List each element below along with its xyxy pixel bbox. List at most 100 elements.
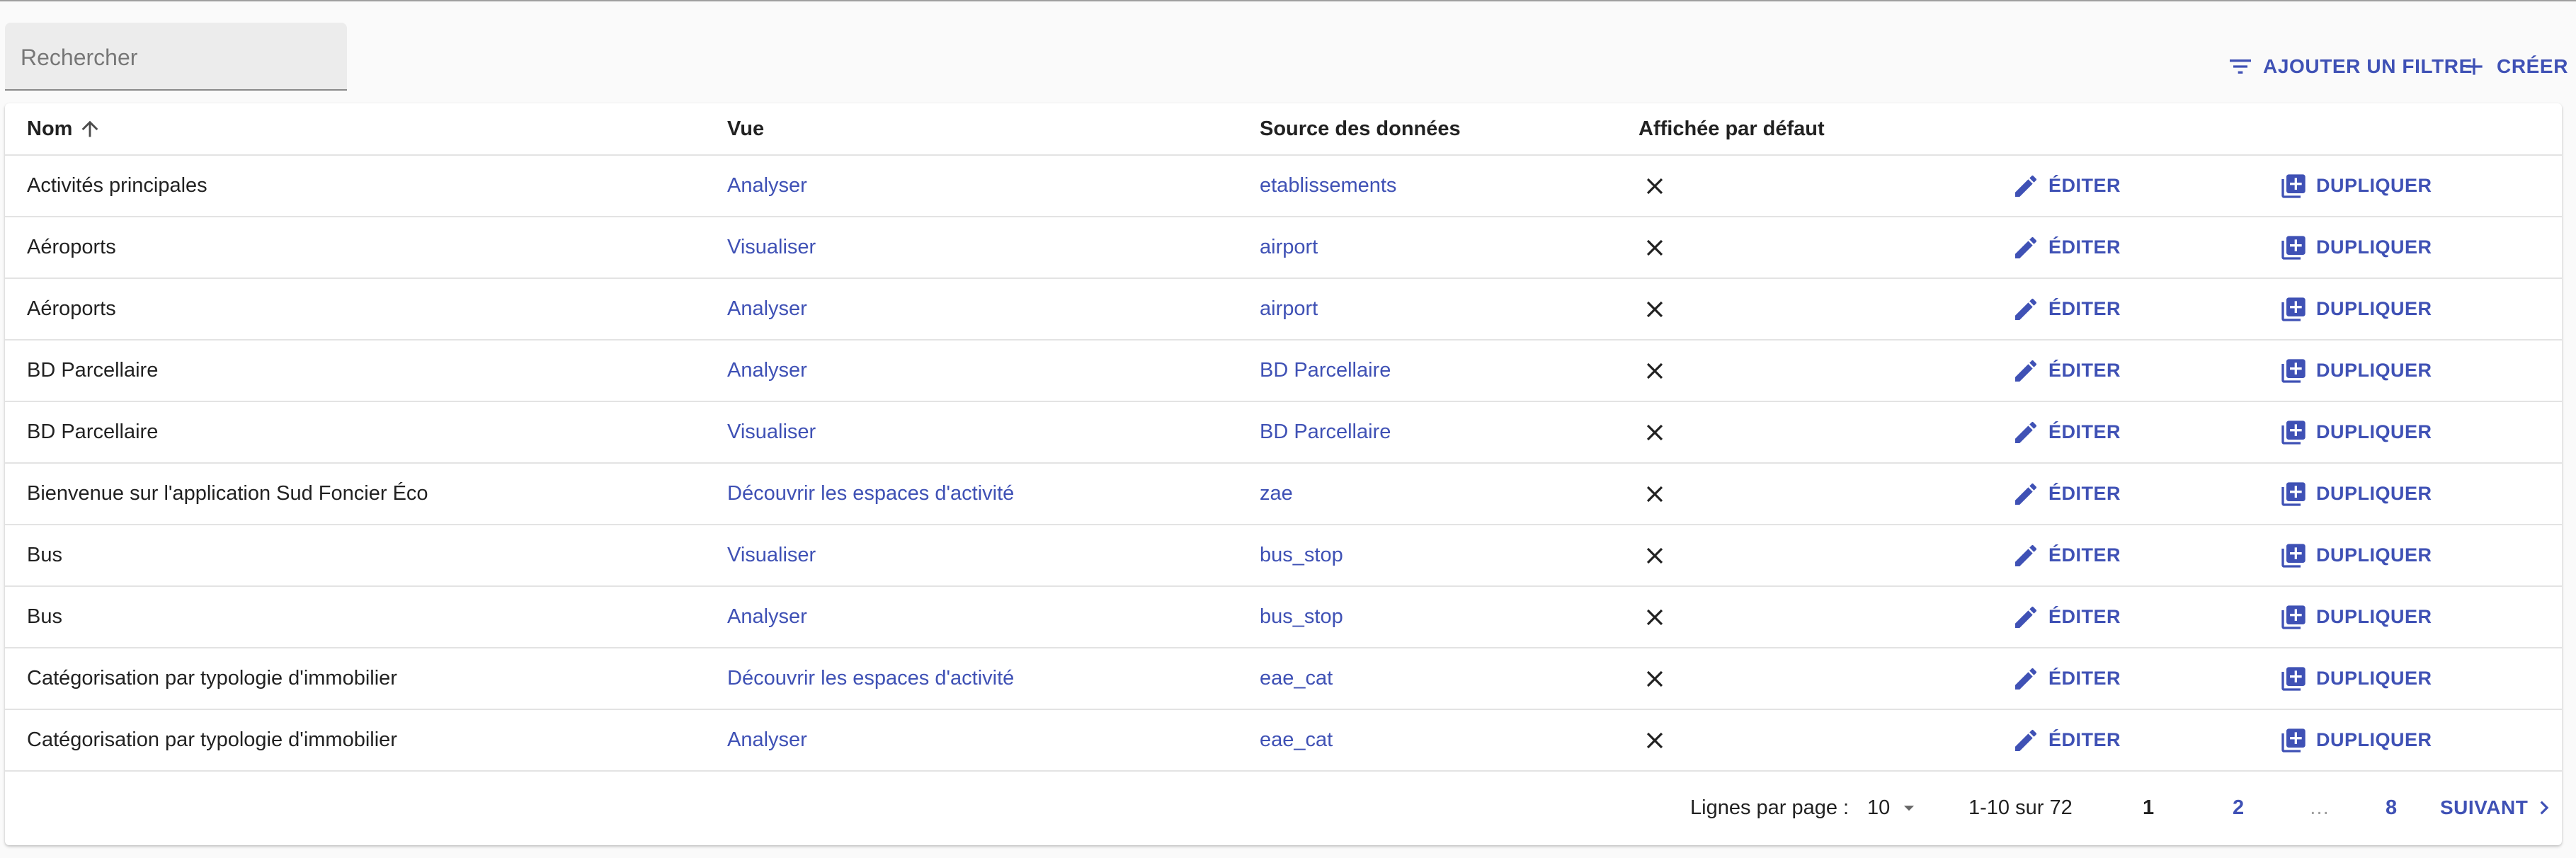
duplicate-button[interactable]: DUPLIQUER	[2279, 217, 2432, 278]
column-header-default-label: Affichée par défaut	[1639, 117, 1825, 140]
false-cross-icon	[1646, 486, 1663, 502]
edit-label: ÉDITER	[2048, 729, 2121, 750]
cell-source-link[interactable]: bus_stop	[1260, 587, 1343, 647]
search-field[interactable]	[5, 23, 347, 91]
cell-source-link[interactable]: bus_stop	[1260, 525, 1343, 585]
false-cross-icon	[1646, 301, 1663, 317]
cell-source-link[interactable]: etablissements	[1260, 156, 1396, 216]
pencil-icon	[2015, 421, 2037, 443]
edit-button[interactable]: ÉDITER	[2012, 464, 2121, 524]
edit-button[interactable]: ÉDITER	[2012, 156, 2121, 216]
cell-name: Catégorisation par typologie d'immobilie…	[27, 667, 397, 690]
cell-vue-link[interactable]: Visualiser	[727, 402, 816, 462]
cell-vue-link[interactable]: Visualiser	[727, 525, 816, 585]
edit-button[interactable]: ÉDITER	[2012, 402, 2121, 462]
column-header-source[interactable]: Source des données	[1260, 103, 1461, 154]
cell-source-link[interactable]: BD Parcellaire	[1260, 402, 1391, 462]
cell-source-link[interactable]: airport	[1260, 279, 1318, 339]
next-page-label: SUIVANT	[2440, 796, 2529, 818]
edit-button[interactable]: ÉDITER	[2012, 217, 2121, 278]
pencil-icon	[2015, 483, 2037, 505]
cell-vue-link[interactable]: Analyser	[727, 341, 807, 401]
duplicate-icon	[2281, 420, 2306, 445]
duplicate-button[interactable]: DUPLIQUER	[2279, 710, 2432, 770]
duplicate-button[interactable]: DUPLIQUER	[2279, 587, 2432, 647]
rows-per-page-select[interactable]: 10	[1867, 770, 1921, 845]
cell-vue-link[interactable]: Visualiser	[727, 217, 816, 278]
duplicate-button[interactable]: DUPLIQUER	[2279, 341, 2432, 401]
edit-button[interactable]: ÉDITER	[2012, 525, 2121, 585]
pencil-icon	[2015, 298, 2037, 320]
page-button[interactable]: 2	[2233, 770, 2244, 845]
cell-vue-link[interactable]: Analyser	[727, 156, 807, 216]
table-row[interactable]: Aéroports Visualiser airport ÉDITER DUPLIQUE…	[5, 217, 2562, 279]
cell-source-link[interactable]: eae_cat	[1260, 648, 1333, 709]
add-filter-button[interactable]: AJOUTER UN FILTRE	[2226, 50, 2473, 84]
table-row[interactable]: Bus Analyser bus_stop ÉDITER DUPLIQUER	[5, 587, 2562, 648]
cell-vue-link[interactable]: Analyser	[727, 587, 807, 647]
duplicate-button[interactable]: DUPLIQUER	[2279, 156, 2432, 216]
table-row[interactable]: Activités principales Analyser etablisseme…	[5, 156, 2562, 217]
edit-label: ÉDITER	[2048, 175, 2121, 196]
duplicate-label: DUPLIQUER	[2316, 606, 2432, 627]
table-row[interactable]: Catégorisation par typologie d'immobilie…	[5, 710, 2562, 772]
cell-default	[1639, 341, 1668, 401]
false-cross-icon	[1646, 609, 1663, 625]
duplicate-label: DUPLIQUER	[2316, 668, 2432, 689]
edit-label: ÉDITER	[2048, 483, 2121, 504]
cell-name: BD Parcellaire	[27, 421, 159, 443]
cell-name: Bus	[27, 605, 62, 628]
page-button[interactable]: 8	[2386, 770, 2397, 845]
cell-default	[1639, 710, 1668, 770]
cell-name: Aéroports	[27, 297, 116, 320]
duplicate-button[interactable]: DUPLIQUER	[2279, 648, 2432, 709]
table-row[interactable]: BD Parcellaire Visualiser BD Parcellaire ÉD…	[5, 402, 2562, 464]
table-row[interactable]: Bus Visualiser bus_stop ÉDITER DUPLIQUER	[5, 525, 2562, 587]
duplicate-icon	[2281, 728, 2306, 753]
edit-button[interactable]: ÉDITER	[2012, 341, 2121, 401]
edit-button[interactable]: ÉDITER	[2012, 587, 2121, 647]
cell-source-link[interactable]: BD Parcellaire	[1260, 341, 1391, 401]
cell-vue-link[interactable]: Découvrir les espaces d'activité	[727, 464, 1014, 524]
edit-button[interactable]: ÉDITER	[2012, 710, 2121, 770]
duplicate-button[interactable]: DUPLIQUER	[2279, 525, 2432, 585]
cell-default	[1639, 464, 1668, 524]
search-input[interactable]	[5, 23, 347, 89]
views-table: Nom Vue Source des données Affichée par …	[5, 103, 2562, 845]
cell-source-link[interactable]: eae_cat	[1260, 710, 1333, 770]
edit-label: ÉDITER	[2048, 606, 2121, 627]
table-row[interactable]: Aéroports Analyser airport ÉDITER DUPLIQUER	[5, 279, 2562, 341]
false-cross-icon	[1646, 732, 1663, 748]
table-row[interactable]: Catégorisation par typologie d'immobilie…	[5, 648, 2562, 710]
edit-button[interactable]: ÉDITER	[2012, 648, 2121, 709]
cell-source-link[interactable]: zae	[1260, 464, 1293, 524]
cell-source-link[interactable]: airport	[1260, 217, 1318, 278]
next-page-button[interactable]: SUIVANT	[2440, 770, 2558, 845]
edit-label: ÉDITER	[2048, 360, 2121, 381]
false-cross-icon	[1646, 547, 1663, 564]
duplicate-label: DUPLIQUER	[2316, 544, 2432, 566]
rows-per-page-value: 10	[1867, 796, 1891, 819]
edit-label: ÉDITER	[2048, 544, 2121, 566]
duplicate-button[interactable]: DUPLIQUER	[2279, 279, 2432, 339]
false-cross-icon	[1646, 178, 1663, 194]
column-header-vue-label: Vue	[727, 117, 765, 140]
table-row[interactable]: Bienvenue sur l'application Sud Foncier …	[5, 464, 2562, 525]
cell-vue-link[interactable]: Analyser	[727, 710, 807, 770]
column-header-name[interactable]: Nom	[27, 103, 102, 154]
duplicate-button[interactable]: DUPLIQUER	[2279, 402, 2432, 462]
cell-vue-link[interactable]: Découvrir les espaces d'activité	[727, 648, 1014, 709]
false-cross-icon	[1646, 362, 1663, 379]
create-button[interactable]: CRÉER	[2460, 50, 2568, 84]
duplicate-label: DUPLIQUER	[2316, 360, 2432, 381]
column-header-vue[interactable]: Vue	[727, 103, 764, 154]
duplicate-icon	[2281, 297, 2306, 321]
edit-label: ÉDITER	[2048, 236, 2121, 258]
table-row[interactable]: BD Parcellaire Analyser BD Parcellaire ÉDIT…	[5, 341, 2562, 402]
column-header-default[interactable]: Affichée par défaut	[1639, 103, 1825, 154]
edit-button[interactable]: ÉDITER	[2012, 279, 2121, 339]
cell-default	[1639, 648, 1668, 709]
duplicate-button[interactable]: DUPLIQUER	[2279, 464, 2432, 524]
page-button-current[interactable]: 1	[2143, 770, 2154, 845]
cell-vue-link[interactable]: Analyser	[727, 279, 807, 339]
